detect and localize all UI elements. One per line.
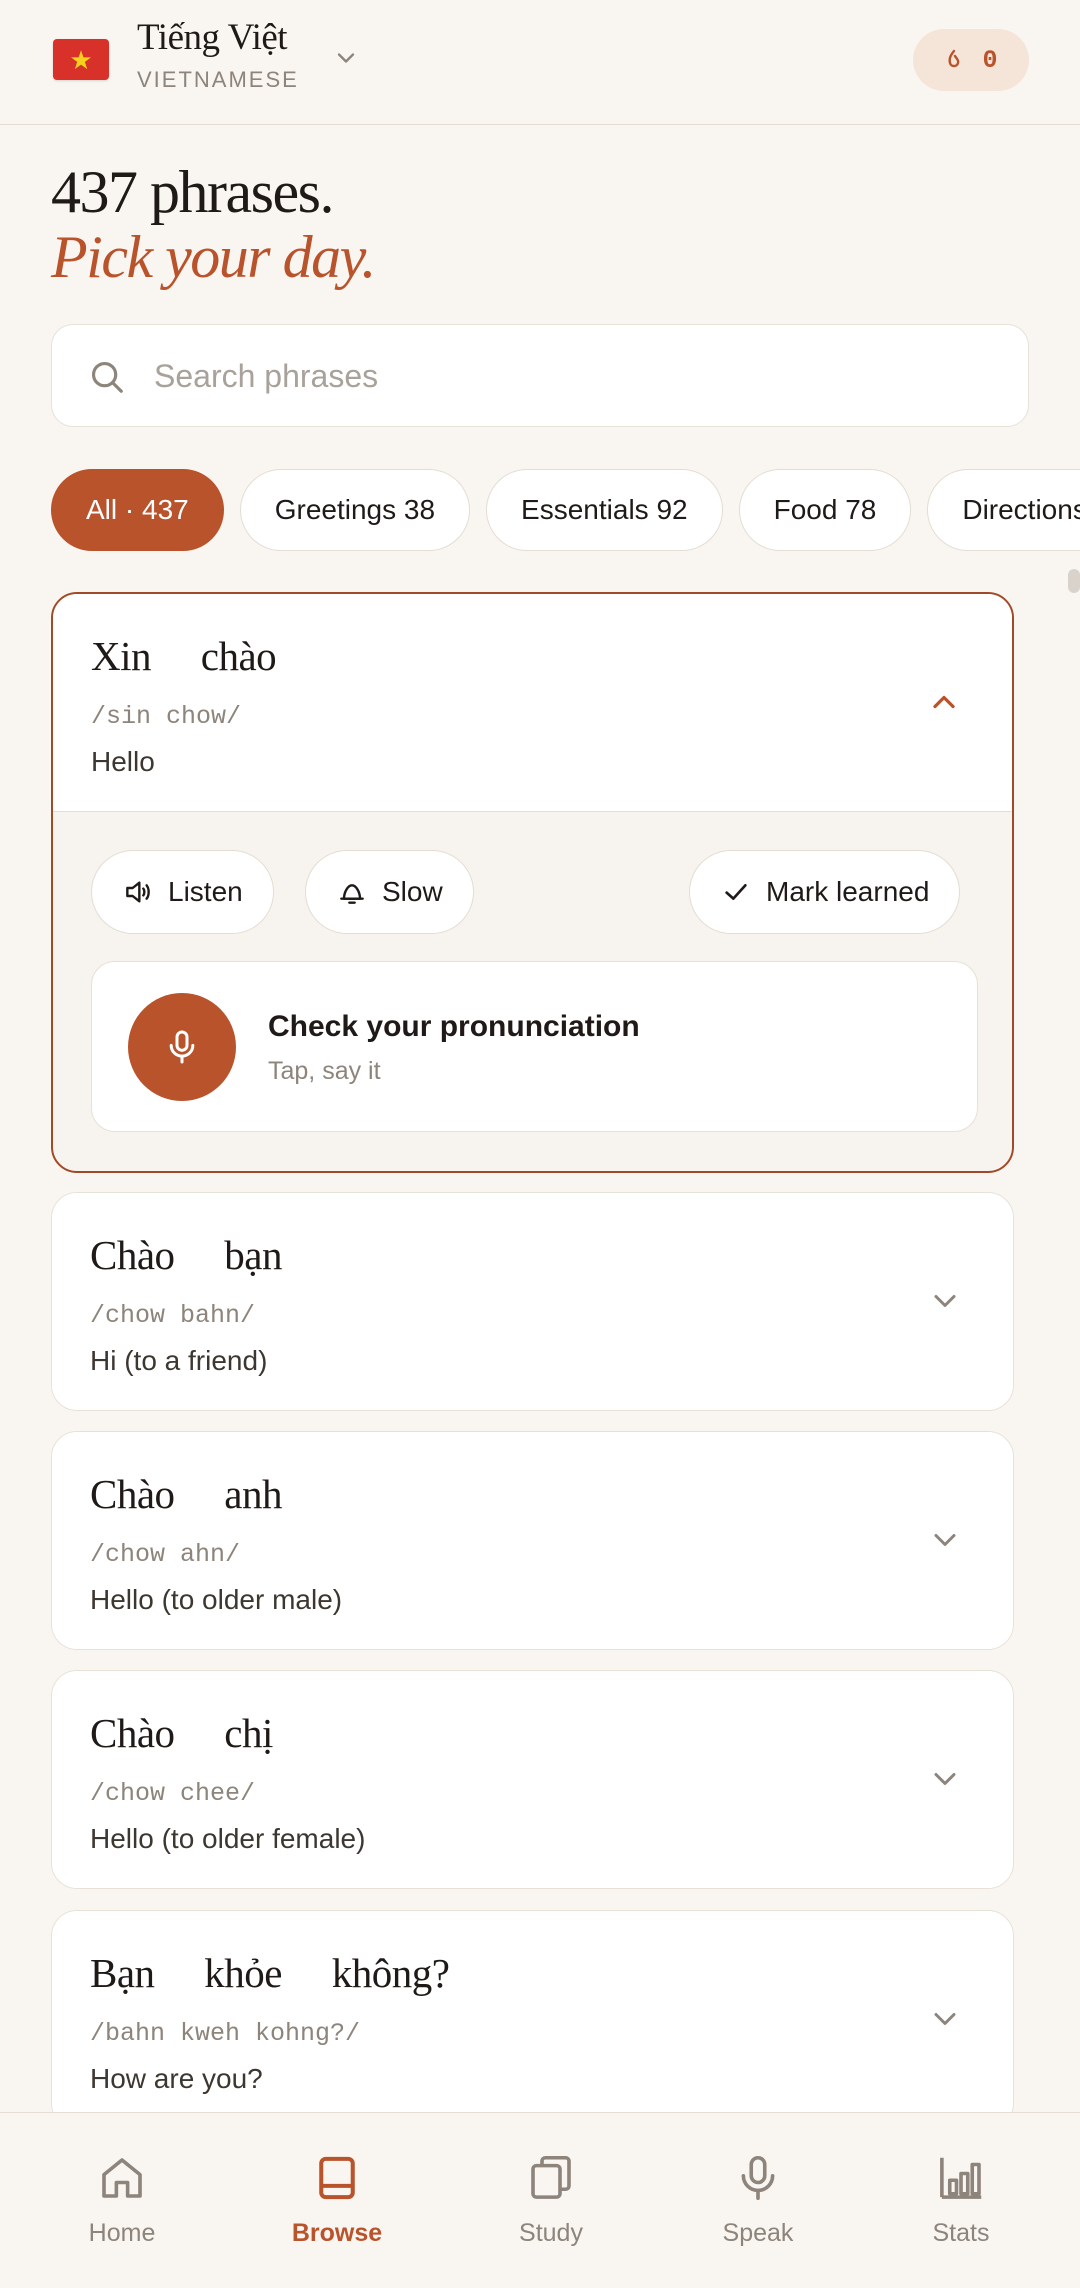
phrase-meaning: Hello (to older female) xyxy=(90,1823,366,1854)
bottom-navigation: Home Browse Study Speak Stats xyxy=(0,2112,1080,2288)
chevron-down-icon[interactable] xyxy=(927,1522,963,1558)
record-button[interactable] xyxy=(128,993,236,1101)
streak-count: 0 xyxy=(982,45,998,75)
phrase-meaning: Hello (to older male) xyxy=(90,1584,343,1615)
search-box[interactable] xyxy=(51,324,1029,427)
category-filter: All · 437 Greetings 38 Essentials 92 Food 7… xyxy=(51,469,1080,551)
vietnam-flag-icon: ★ xyxy=(53,39,109,80)
phrase-card[interactable]: Chào bạn /chow bahn/ Hi (to a friend) xyxy=(51,1192,1014,1411)
page-subtitle: Pick your day. xyxy=(51,224,376,290)
mark-learned-label: Mark learned xyxy=(766,876,930,907)
scrollbar[interactable] xyxy=(1068,569,1080,593)
chip-food[interactable]: Food 78 xyxy=(738,469,912,551)
phrase-pronunciation: /bahn kweh kohng?/ xyxy=(90,2019,361,2048)
microphone-icon xyxy=(169,1030,195,1064)
phrase-card-expanded: Xin chào /sin chow/ Hello Listen Slow Ma… xyxy=(51,592,1014,1173)
chip-greetings[interactable]: Greetings 38 xyxy=(239,469,471,551)
search-input[interactable] xyxy=(154,347,994,405)
nav-browse-label: Browse xyxy=(291,2219,383,2247)
pronunciation-check[interactable]: Check your pronunciation Tap, say it xyxy=(91,961,978,1132)
pronunciation-title: Check your pronunciation xyxy=(268,1010,640,1043)
nav-stats-label: Stats xyxy=(932,2219,990,2247)
slow-button[interactable]: Slow xyxy=(305,850,474,934)
microphone-icon xyxy=(741,2155,775,2201)
chevron-down-icon[interactable] xyxy=(332,44,360,72)
nav-study-label: Study xyxy=(519,2219,583,2247)
phrase-meaning: Hello xyxy=(91,746,155,777)
nav-speak-label: Speak xyxy=(722,2219,794,2247)
search-icon xyxy=(91,361,123,393)
phrase-meaning: Hi (to a friend) xyxy=(90,1345,268,1376)
phrase-text: Chào anh xyxy=(90,1471,283,1517)
cards-icon xyxy=(531,2155,571,2199)
page-title: 437 phrases. xyxy=(51,159,334,225)
phrase-meaning: How are you? xyxy=(90,2063,263,2094)
language-name[interactable]: Tiếng Việt xyxy=(137,16,288,59)
bar-chart-icon xyxy=(940,2157,982,2199)
check-icon xyxy=(725,884,747,900)
nav-study[interactable]: Study xyxy=(476,2151,626,2248)
phrase-actions: Listen Slow Mark learned Check your pron… xyxy=(53,812,1012,1149)
home-icon xyxy=(102,2158,142,2198)
listen-button[interactable]: Listen xyxy=(91,850,274,934)
phrase-pronunciation: /chow chee/ xyxy=(90,1779,256,1808)
phrase-text: Bạn khỏe không? xyxy=(90,1950,450,1996)
phrase-card[interactable]: Chào chị /chow chee/ Hello (to older fem… xyxy=(51,1670,1014,1889)
phrase-text: Xin chào xyxy=(91,633,277,679)
phrase-text: Chào bạn xyxy=(90,1232,283,1278)
phrase-card-header[interactable]: Xin chào /sin chow/ Hello xyxy=(53,594,1012,812)
chip-directions[interactable]: Directions xyxy=(927,469,1080,551)
mark-learned-button[interactable]: Mark learned xyxy=(689,850,961,934)
chip-essentials[interactable]: Essentials 92 xyxy=(486,469,723,551)
phrase-pronunciation: /sin chow/ xyxy=(91,702,242,731)
chevron-down-icon[interactable] xyxy=(927,2001,963,2037)
pronunciation-hint: Tap, say it xyxy=(268,1057,381,1085)
phrase-card[interactable]: Chào anh /chow ahn/ Hello (to older male… xyxy=(51,1431,1014,1650)
top-bar: ★ Tiếng Việt VIETNAMESE 0 xyxy=(0,0,1080,125)
nav-home-label: Home xyxy=(88,2219,156,2247)
phrase-pronunciation: /chow ahn/ xyxy=(90,1540,241,1569)
chevron-down-icon[interactable] xyxy=(927,1283,963,1319)
chip-all[interactable]: All · 437 xyxy=(51,469,224,551)
chevron-down-icon[interactable] xyxy=(927,1761,963,1797)
slow-label: Slow xyxy=(382,876,443,907)
language-subtitle: VIETNAMESE xyxy=(137,67,299,92)
nav-home[interactable]: Home xyxy=(47,2151,197,2248)
phrase-pronunciation: /chow bahn/ xyxy=(90,1301,256,1330)
phrase-card[interactable]: Bạn khỏe không? /bahn kweh kohng?/ How a… xyxy=(51,1910,1014,2129)
phrase-text: Chào chị xyxy=(90,1710,273,1756)
snail-icon xyxy=(340,884,364,904)
streak-badge[interactable]: 0 xyxy=(913,29,1029,91)
nav-speak[interactable]: Speak xyxy=(683,2151,833,2248)
listen-label: Listen xyxy=(168,876,243,907)
chevron-up-icon[interactable] xyxy=(926,684,962,720)
speaker-icon xyxy=(126,881,150,903)
book-icon xyxy=(319,2156,355,2200)
flame-icon xyxy=(948,49,960,68)
nav-stats[interactable]: Stats xyxy=(886,2151,1036,2248)
nav-browse[interactable]: Browse xyxy=(262,2151,412,2248)
